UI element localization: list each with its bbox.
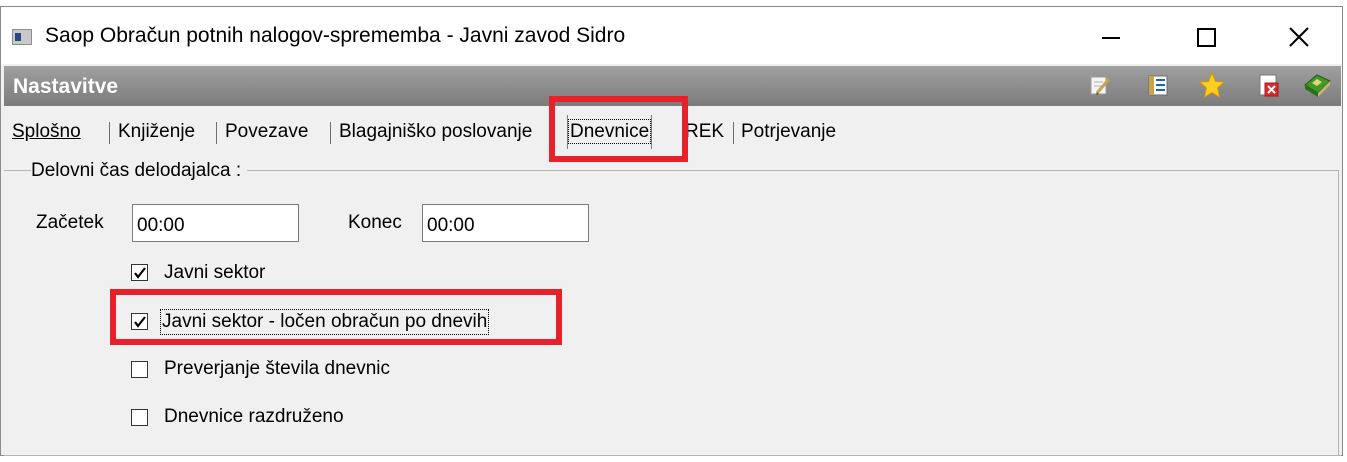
list-icon xyxy=(1148,75,1168,96)
tab-separator xyxy=(109,122,110,144)
window-title: Saop Obračun potnih nalogov-sprememba - … xyxy=(45,24,626,47)
app-icon xyxy=(12,29,32,45)
panel-border xyxy=(4,455,1341,456)
star-icon xyxy=(1198,71,1226,99)
checkmark-icon xyxy=(134,316,146,328)
exit-book-icon xyxy=(1304,74,1331,97)
verify-count-checkbox[interactable] xyxy=(131,361,148,378)
public-sector-checkbox[interactable] xyxy=(131,264,148,281)
tab-separator xyxy=(216,122,217,144)
settings-header: Nastavitve xyxy=(4,66,1341,106)
edit-icon xyxy=(1090,76,1111,95)
minimize-button[interactable] xyxy=(1088,17,1134,57)
start-time-input[interactable] xyxy=(132,204,299,242)
public-sector-separate-label: Javni sektor - ločen obračun po dnevih xyxy=(159,309,490,335)
edit-tool-button[interactable] xyxy=(1087,71,1115,99)
checkmark-icon xyxy=(134,267,146,279)
start-time-label: Začetek xyxy=(36,212,104,233)
settings-window: Saop Obračun potnih nalogov-sprememba - … xyxy=(0,6,1343,456)
close-icon xyxy=(1289,27,1309,47)
verify-count-label: Preverjanje števila dnevnic xyxy=(164,358,391,379)
tab-blagajnisko-poslovanje[interactable]: Blagajniško poslovanje xyxy=(339,115,532,149)
close-document-icon xyxy=(1259,74,1279,97)
tab-potrjevanje-label: Potrjevanje xyxy=(741,121,837,142)
tab-dnevnice[interactable]: Dnevnice xyxy=(567,115,653,149)
tab-bar: Splošno Knjiženje Povezave Blagajniško p… xyxy=(1,115,1344,151)
end-time-label: Konec xyxy=(348,212,402,233)
tab-splosno[interactable]: Splošno xyxy=(12,115,81,149)
group-label: Delovni čas delodajalca : xyxy=(31,160,248,182)
tab-separator xyxy=(330,122,331,144)
tab-knjizenje[interactable]: Knjiženje xyxy=(118,115,195,149)
title-bar: Saop Obračun potnih nalogov-sprememba - … xyxy=(1,7,1342,64)
tab-povezave[interactable]: Povezave xyxy=(225,115,308,149)
end-time-input[interactable] xyxy=(422,204,589,242)
tab-knjizenje-label: Knjiženje xyxy=(118,121,196,142)
tab-separator xyxy=(733,122,734,144)
tab-splosno-label: Splošno xyxy=(12,121,81,142)
close-button[interactable] xyxy=(1277,17,1323,57)
close-document-tool-button[interactable] xyxy=(1255,71,1283,99)
panel-border xyxy=(1338,170,1339,456)
maximize-button[interactable] xyxy=(1184,17,1230,57)
favorite-tool-button[interactable] xyxy=(1198,71,1226,99)
public-sector-label: Javni sektor xyxy=(164,262,266,283)
tab-povezave-label: Povezave xyxy=(225,121,309,142)
tab-blagajnisko-label: Blagajniško poslovanje xyxy=(339,121,533,142)
split-allowances-checkbox[interactable] xyxy=(131,409,148,426)
header-title: Nastavitve xyxy=(13,75,119,98)
split-allowances-label: Dnevnice razdruženo xyxy=(164,406,344,427)
exit-tool-button[interactable] xyxy=(1302,71,1331,99)
list-tool-button[interactable] xyxy=(1144,71,1172,99)
tab-rek-label: REK xyxy=(685,121,725,142)
public-sector-separate-checkbox[interactable] xyxy=(131,313,148,330)
tab-potrjevanje[interactable]: Potrjevanje xyxy=(741,115,836,149)
tab-rek[interactable]: REK xyxy=(685,115,724,149)
tab-dnevnice-label: Dnevnice xyxy=(567,119,652,144)
